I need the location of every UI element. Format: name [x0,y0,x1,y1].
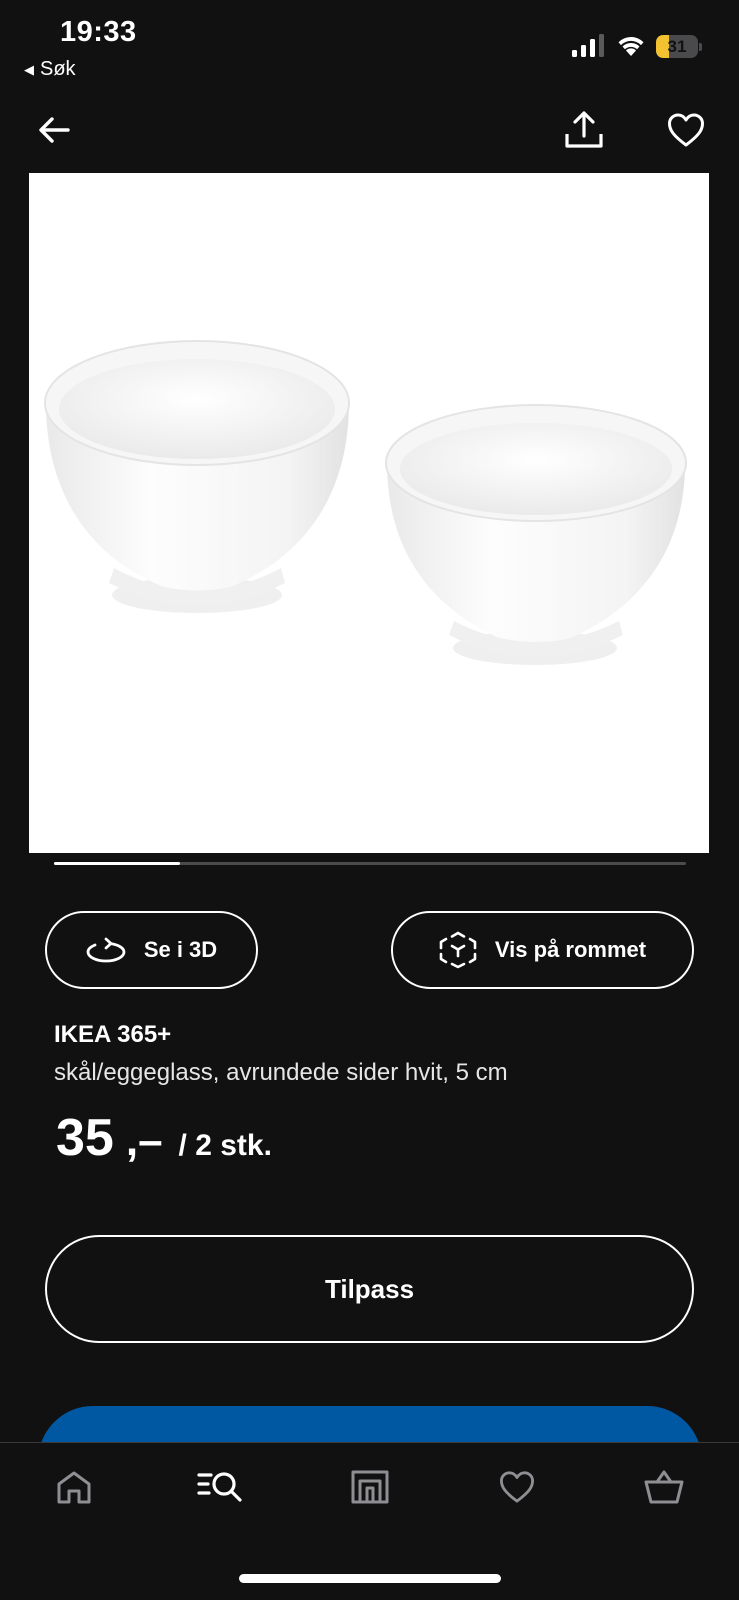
heart-icon [668,113,704,147]
share-icon [565,111,603,148]
search-list-icon [197,1472,242,1502]
image-carousel-progress [54,862,686,865]
share-button[interactable] [560,106,608,154]
back-to-app-label: Søk [40,58,76,80]
nav-basket[interactable] [634,1463,694,1511]
nav-favorites[interactable] [487,1463,547,1511]
status-bar: 19:33 ◀ Søk 31 [0,0,739,90]
back-to-app-link[interactable]: ◀ Søk [24,58,76,81]
product-description: skål/eggeglass, avrundede sider hvit, 5 … [54,1059,508,1086]
wifi-icon [618,37,644,56]
rotate-3d-icon [86,937,126,963]
view-in-room-button[interactable]: Vis på rommet [391,911,694,989]
view-in-3d-label: Se i 3D [143,937,218,962]
product-brand: IKEA 365+ [54,1021,172,1048]
product-photo [44,340,687,665]
favorite-button[interactable] [662,106,710,154]
price-unit: / 2 stk. [178,1129,272,1162]
nav-search[interactable] [190,1463,250,1511]
nav-stores[interactable] [340,1463,400,1511]
view-in-3d-button[interactable]: Se i 3D [45,911,258,989]
battery-level: 31 [667,37,687,56]
app-header [0,100,739,164]
ar-cube-icon [439,931,477,969]
home-indicator [239,1574,501,1583]
carousel-progress-fill [54,862,181,865]
nav-home[interactable] [44,1463,104,1511]
store-icon [351,1470,389,1504]
price-amount: 35 [56,1109,114,1167]
arrow-left-icon [39,117,70,143]
basket-icon [644,1470,684,1504]
view-in-room-label: Vis på rommet [494,937,647,962]
battery-indicator: 31 [656,35,702,59]
product-image[interactable] [29,173,709,853]
back-triangle-icon: ◀ [24,61,34,77]
back-button[interactable] [30,106,78,154]
home-icon [57,1471,91,1504]
customize-button[interactable]: Tilpass [45,1235,694,1343]
heart-icon [499,1471,534,1503]
product-price: 35 ,– / 2 stk. [56,1108,272,1168]
price-suffix: ,– [125,1116,163,1165]
cellular-signal-icon [572,34,604,57]
status-time: 19:33 [60,16,137,48]
